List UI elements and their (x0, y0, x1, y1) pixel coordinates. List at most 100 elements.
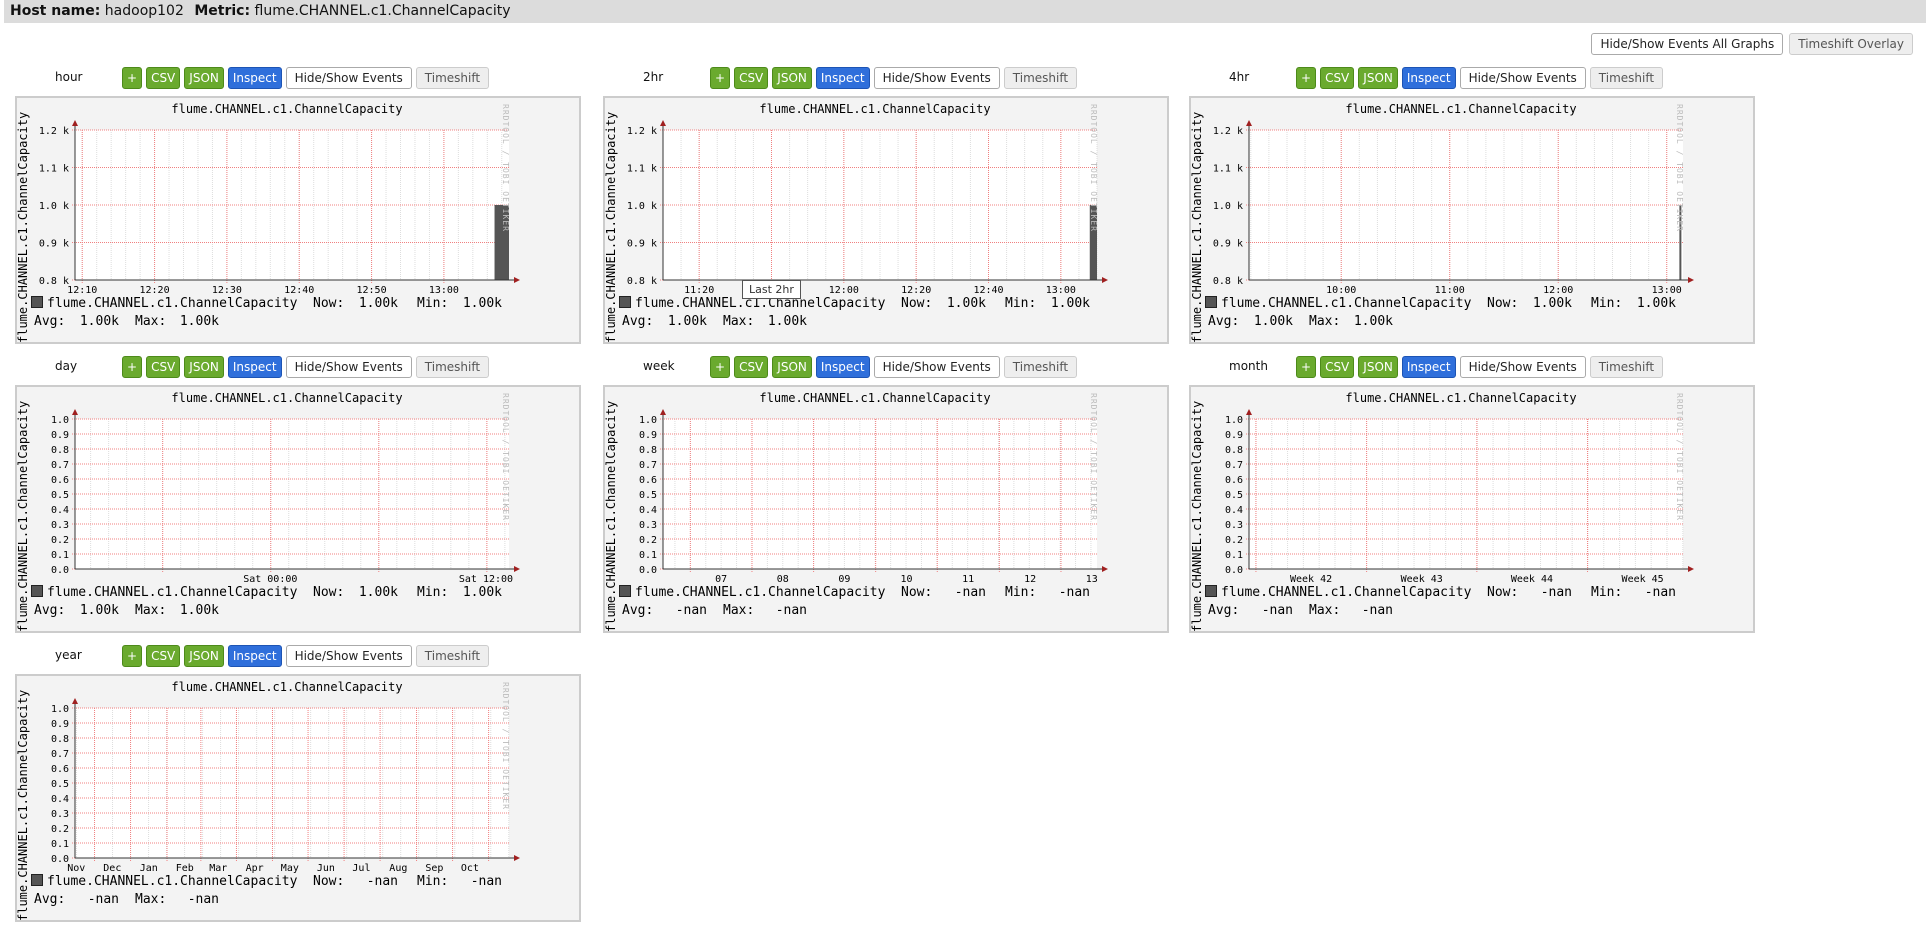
timeshift-button[interactable]: Timeshift (415, 645, 490, 667)
tooltip: Last 2hr (742, 280, 801, 299)
y-tick-label: 0.8 (51, 734, 69, 745)
graph-image[interactable]: 1.2 k 1.1 k 1.0 k 0.9 k 0.8 k 12:10 12:20 12:30… (15, 96, 581, 344)
x-tick-label: 13:00 (429, 285, 459, 296)
inspect-button[interactable]: Inspect (815, 356, 870, 378)
y-tick-label: 0.3 (51, 520, 69, 531)
graph-image[interactable]: 1.2 k1.1 k1.0 k0.9 k0.8 k11:2011:4012:00… (603, 96, 1169, 344)
legend-max-label: Max: (135, 603, 167, 618)
period-label: 4hr (1229, 70, 1250, 84)
y-tick-label: 1.1 k (39, 164, 69, 175)
inspect-button[interactable]: Inspect (1401, 67, 1456, 89)
y-tick-label: 1.2 k (627, 126, 657, 137)
y-axis-label: flume.CHANNEL.c1.ChannelCapacity (16, 111, 30, 343)
json-button[interactable]: JSON (184, 67, 224, 89)
x-tick-label: Week 44 (1511, 574, 1553, 585)
json-button[interactable]: JSON (184, 356, 224, 378)
y-tick-label: 1.1 k (627, 164, 657, 175)
period-label: month (1229, 359, 1268, 373)
graph-image[interactable]: 1.0 0.9 0.8 0.7 0.6 0.5 0.4 0.3 0.2 0.1 0.0 Nov Dec J… (15, 674, 581, 922)
graph-title: flume.CHANNEL.c1.ChannelCapacity (1345, 102, 1577, 116)
x-tick-label: Week 43 (1401, 574, 1443, 585)
csv-button[interactable]: CSV (734, 67, 769, 89)
add-button[interactable]: + (122, 67, 143, 89)
x-tick-label: Mar (209, 863, 227, 874)
timeshift-button[interactable]: Timeshift (415, 67, 490, 89)
hide-show-events-button[interactable]: Hide/Show Events (285, 356, 412, 378)
y-tick-label: 0.8 (1225, 445, 1243, 456)
hide-show-events-button[interactable]: Hide/Show Events (285, 67, 412, 89)
y-tick-label: 0.8 k (39, 276, 69, 287)
y-tick-label: 0.3 (639, 520, 657, 531)
add-button[interactable]: + (710, 356, 731, 378)
add-button[interactable]: + (710, 67, 731, 89)
timeshift-button[interactable]: Timeshift (1589, 356, 1664, 378)
timeshift-overlay-button[interactable]: Timeshift Overlay (1789, 33, 1913, 55)
legend-now-label: Now: (313, 585, 345, 600)
graph-image[interactable]: 1.2 k 1.1 k 1.0 k 0.9 k 0.8 k 10:00 11:00 12:00… (1189, 96, 1755, 344)
legend-now-value: 1.00k (358, 296, 398, 311)
legend-max-label: Max: (135, 892, 167, 907)
y-tick-label: 0.3 (1225, 520, 1243, 531)
timeshift-button[interactable]: Timeshift (1003, 356, 1078, 378)
add-button[interactable]: + (122, 356, 143, 378)
json-button[interactable]: JSON (184, 645, 224, 667)
inspect-button[interactable]: Inspect (1401, 356, 1456, 378)
legend-avg-label: Avg: (34, 892, 66, 907)
graph-image[interactable]: 1.0 0.9 0.8 0.7 0.6 0.5 0.4 0.3 0.2 0.1 0.0 Week 42… (1189, 385, 1755, 633)
legend-row: flume.CHANNEL.c1.ChannelCapacity (31, 296, 297, 311)
y-axis-arrow (72, 409, 78, 415)
hide-show-events-button[interactable]: Hide/Show Events (1459, 67, 1586, 89)
timeshift-button[interactable]: Timeshift (1003, 67, 1078, 89)
x-tick-label: 12:00 (829, 285, 859, 296)
csv-button[interactable]: CSV (1320, 67, 1355, 89)
csv-button[interactable]: CSV (1320, 356, 1355, 378)
legend-row: flume.CHANNEL.c1.ChannelCapacity (31, 585, 297, 600)
json-button[interactable]: JSON (1358, 356, 1398, 378)
y-axis-arrow (1246, 409, 1252, 415)
inspect-button[interactable]: Inspect (815, 67, 870, 89)
csv-button[interactable]: CSV (734, 356, 769, 378)
y-tick-label: 0.4 (1225, 505, 1243, 516)
timeshift-button[interactable]: Timeshift (415, 356, 490, 378)
x-tick-label: 13:00 (1046, 285, 1076, 296)
y-tick-label: 0.9 (1225, 430, 1243, 441)
hide-show-events-button[interactable]: Hide/Show Events (285, 645, 412, 667)
y-tick-label: 0.6 (639, 475, 657, 486)
legend-now-label: Now: (901, 296, 933, 311)
graph-image[interactable]: 1.0 0.9 0.8 0.7 0.6 0.5 0.4 0.3 0.2 0.1 0.0 07 08 09 1… (603, 385, 1169, 633)
json-button[interactable]: JSON (772, 356, 812, 378)
host-name: hadoop102 (104, 3, 184, 19)
y-tick-label: 0.5 (51, 490, 69, 501)
legend-swatch (1205, 296, 1217, 308)
x-tick-label: 12:40 (973, 285, 1003, 296)
timeshift-button[interactable]: Timeshift (1589, 67, 1664, 89)
legend-max-value: -nan (775, 603, 807, 618)
y-tick-label: 0.8 k (1213, 276, 1243, 287)
inspect-button[interactable]: Inspect (227, 356, 282, 378)
add-button[interactable]: + (1296, 356, 1317, 378)
legend-row: flume.CHANNEL.c1.ChannelCapacity (1205, 296, 1471, 311)
inspect-button[interactable]: Inspect (227, 67, 282, 89)
hide-show-events-button[interactable]: Hide/Show Events (873, 67, 1000, 89)
watermark: RRDTOOL / TOBI OETIKER (1675, 393, 1684, 521)
inspect-button[interactable]: Inspect (227, 645, 282, 667)
x-tick-label: 12:20 (901, 285, 931, 296)
json-button[interactable]: JSON (772, 67, 812, 89)
json-button[interactable]: JSON (1358, 67, 1398, 89)
graph-image[interactable]: 1.0 0.9 0.8 0.7 0.6 0.5 0.4 0.3 0.2 0.1 0.0 Sat 00:… (15, 385, 581, 633)
y-axis-label: flume.CHANNEL.c1.ChannelCapacity (604, 111, 618, 343)
csv-button[interactable]: CSV (146, 67, 181, 89)
add-button[interactable]: + (1296, 67, 1317, 89)
csv-button[interactable]: CSV (146, 645, 181, 667)
hide-show-events-button[interactable]: Hide/Show Events (1459, 356, 1586, 378)
x-tick-label: 12:30 (212, 285, 242, 296)
csv-button[interactable]: CSV (146, 356, 181, 378)
hide-show-events-all-button[interactable]: Hide/Show Events All Graphs (1591, 33, 1784, 55)
legend-max-value: 1.00k (179, 314, 219, 329)
y-tick-label: 0.4 (51, 794, 69, 805)
x-tick-label: Jul (352, 863, 370, 874)
x-tick-label: 08 (777, 574, 789, 585)
legend-min-value: 1.00k (462, 585, 502, 600)
add-button[interactable]: + (122, 645, 143, 667)
hide-show-events-button[interactable]: Hide/Show Events (873, 356, 1000, 378)
